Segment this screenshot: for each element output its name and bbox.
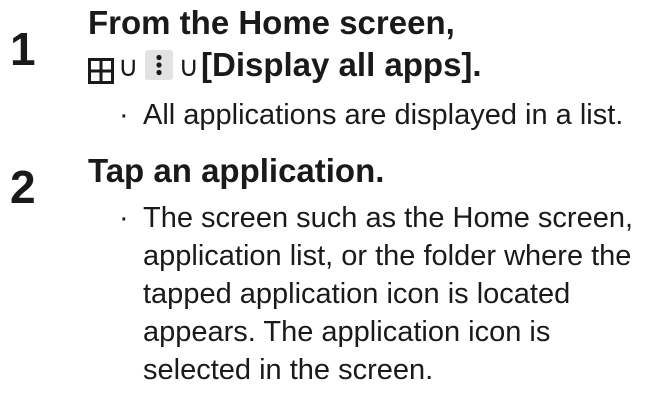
bullet-line: The screen such as the Home screen, bbox=[143, 202, 634, 234]
arrow-separator: ∪ bbox=[118, 50, 139, 83]
bullet-item: · All applications are displayed in a li… bbox=[115, 96, 623, 134]
bullet-line: appears. The application icon is bbox=[143, 316, 551, 348]
step-title-line1: Tap an application. bbox=[88, 152, 385, 189]
arrow-separator: ∪ bbox=[178, 50, 200, 83]
bullet-dot: · bbox=[119, 99, 129, 131]
step-bullet: · The screen such as the Home screen, ap… bbox=[115, 199, 633, 389]
bullet-dot: · bbox=[119, 202, 129, 234]
step-bullet: · All applications are displayed in a li… bbox=[115, 96, 623, 134]
step-number: 2 bbox=[10, 161, 36, 213]
bullet-line: application list, or the folder where th… bbox=[143, 240, 632, 272]
apps-grid-icon bbox=[88, 52, 114, 84]
step-title: Tap an application. bbox=[88, 150, 384, 192]
step-title-line1: From the Home screen, bbox=[88, 4, 455, 41]
bullet-item: · The screen such as the Home screen, ap… bbox=[115, 199, 633, 389]
display-all-apps-label: [Display all apps]. bbox=[201, 46, 482, 83]
step-title: From the Home screen, ∪ ∪ [Display all a… bbox=[88, 2, 482, 86]
step-number: 1 bbox=[10, 23, 36, 75]
more-options-icon bbox=[144, 50, 173, 80]
step-title-line2: ∪ ∪ [Display all apps]. bbox=[88, 44, 482, 86]
bullet-line: tapped application icon is located bbox=[143, 278, 571, 310]
bullet-line: All applications are displayed in a list… bbox=[143, 99, 624, 131]
bullet-line: selected in the screen. bbox=[143, 354, 434, 386]
